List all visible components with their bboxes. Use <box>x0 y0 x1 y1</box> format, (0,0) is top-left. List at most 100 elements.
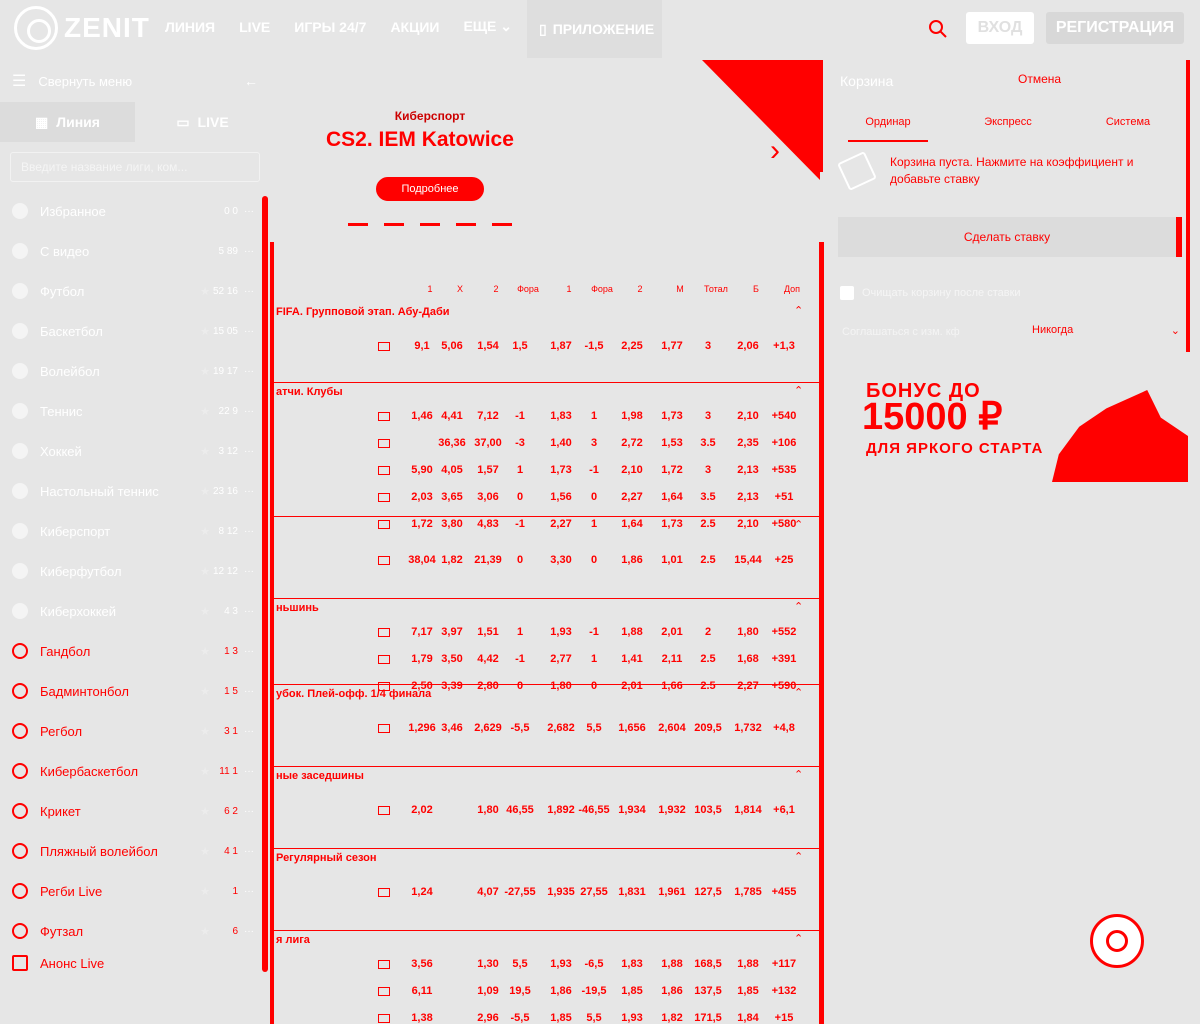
odds-cell[interactable]: +4,8 <box>764 722 804 734</box>
star-icon[interactable]: ★ <box>200 445 210 458</box>
stats-icon[interactable] <box>378 724 390 733</box>
sidebar-item-handball[interactable]: Гандбол ★ 1 3 ··· <box>0 631 262 671</box>
odds-cell[interactable]: 1,93 <box>612 1012 652 1024</box>
sidebar-item-hockey[interactable]: Хоккей ★ 3 12 ··· <box>0 431 262 471</box>
league-search-input[interactable] <box>10 152 260 182</box>
sidebar-item-basketball[interactable]: Баскетбол ★ 15 05 ··· <box>0 311 262 351</box>
odds-cell[interactable]: -1 <box>500 653 540 665</box>
odds-cell[interactable]: 3,46 <box>432 722 472 734</box>
odds-cell[interactable]: -5,5 <box>500 722 540 734</box>
odds-cell[interactable]: 2,35 <box>728 437 768 449</box>
banner-button[interactable]: Подробнее <box>376 177 484 201</box>
more-icon[interactable]: ··· <box>244 326 254 337</box>
sidebar-item-volleyball[interactable]: Волейбол ★ 19 17 ··· <box>0 351 262 391</box>
sidebar-item-badminton[interactable]: Бадминтонбол ★ 1 5 ··· <box>0 671 262 711</box>
chevron-right-icon[interactable]: › <box>770 134 780 168</box>
odds-cell[interactable]: 0 <box>500 680 540 692</box>
league-name[interactable]: FIFA. Групповой этап. Абу-Даби <box>274 306 450 324</box>
odds-cell[interactable]: 5,06 <box>432 340 472 352</box>
odds-cell[interactable]: 3 <box>688 464 728 476</box>
odds-cell[interactable]: 4,41 <box>432 410 472 422</box>
odds-cell[interactable]: 1,961 <box>652 886 692 898</box>
tab-line[interactable]: ▦ Линия <box>0 102 135 142</box>
nav-games[interactable]: Игры 24/7 <box>294 19 366 35</box>
odds-cell[interactable]: 1,82 <box>652 1012 692 1024</box>
more-icon[interactable]: ··· <box>244 766 254 777</box>
odds-cell[interactable]: 171,5 <box>688 1012 728 1024</box>
odds-cell[interactable]: 1 <box>500 626 540 638</box>
star-icon[interactable]: ★ <box>200 565 210 578</box>
tab-express[interactable]: Экспресс <box>948 102 1068 142</box>
accept-odds-select[interactable]: Никогда ⌄ <box>1032 324 1180 337</box>
odds-cell[interactable]: 2 <box>688 626 728 638</box>
promo-banner[interactable]: Киберспорт CS2. IEM Katowice Подробнее › <box>270 60 824 242</box>
odds-cell[interactable]: 137,5 <box>688 985 728 997</box>
odds-cell[interactable]: +535 <box>764 464 804 476</box>
register-button[interactable]: Регистрация <box>1046 12 1184 44</box>
star-icon[interactable]: ★ <box>200 605 210 618</box>
odds-cell[interactable]: 1,732 <box>728 722 768 734</box>
odds-cell[interactable]: 2,10 <box>728 410 768 422</box>
odds-cell[interactable]: 46,55 <box>500 804 540 816</box>
odds-cell[interactable]: 3,56 <box>402 958 442 970</box>
odds-cell[interactable]: 2,72 <box>612 437 652 449</box>
odds-cell[interactable]: -27,55 <box>500 886 540 898</box>
odds-cell[interactable]: 3.5 <box>688 491 728 503</box>
odds-cell[interactable]: +1,3 <box>764 340 804 352</box>
sidebar-item-cricket[interactable]: Крикет ★ 6 2 ··· <box>0 791 262 831</box>
star-icon[interactable]: ★ <box>200 325 210 338</box>
odds-cell[interactable]: 1,88 <box>652 958 692 970</box>
odds-cell[interactable]: 2,25 <box>612 340 652 352</box>
odds-cell[interactable]: 1,785 <box>728 886 768 898</box>
odds-cell[interactable]: 1,814 <box>728 804 768 816</box>
sidebar-item-rugby[interactable]: Регбол ★ 3 1 ··· <box>0 711 262 751</box>
odds-cell[interactable]: -1 <box>574 626 614 638</box>
login-button[interactable]: Вход <box>966 12 1034 44</box>
odds-cell[interactable]: 2,01 <box>652 626 692 638</box>
collapse-league-icon[interactable]: ⌃ <box>794 518 803 531</box>
collapse-menu-button[interactable]: ☰ Свернуть меню ← <box>0 60 270 102</box>
odds-cell[interactable]: 1 <box>500 464 540 476</box>
odds-cell[interactable]: +117 <box>764 958 804 970</box>
nav-promotions[interactable]: Акции <box>390 19 439 35</box>
odds-cell[interactable]: 1,72 <box>652 464 692 476</box>
more-icon[interactable]: ··· <box>244 886 254 897</box>
star-icon[interactable]: ★ <box>200 885 210 898</box>
place-bet-button[interactable]: Сделать ставку <box>838 217 1182 257</box>
stats-icon[interactable] <box>378 806 390 815</box>
sidebar-item-video[interactable]: С видео 5 89 ··· <box>0 231 262 271</box>
odds-cell[interactable]: 1,01 <box>652 554 692 566</box>
banner-dot[interactable] <box>348 223 368 226</box>
support-chat-button[interactable] <box>1090 914 1144 968</box>
star-icon[interactable]: ★ <box>200 685 210 698</box>
odds-cell[interactable]: 3,97 <box>432 626 472 638</box>
odds-cell[interactable]: 103,5 <box>688 804 728 816</box>
odds-cell[interactable]: 1 <box>574 653 614 665</box>
odds-cell[interactable]: -5,5 <box>500 1012 540 1024</box>
odds-cell[interactable]: 1,656 <box>612 722 652 734</box>
star-icon[interactable]: ★ <box>200 805 210 818</box>
more-icon[interactable]: ··· <box>244 846 254 857</box>
odds-cell[interactable]: 15,44 <box>728 554 768 566</box>
odds-cell[interactable]: -46,55 <box>574 804 614 816</box>
league-name[interactable]: ные заседшины <box>274 770 364 788</box>
star-icon[interactable]: ★ <box>200 525 210 538</box>
nav-more[interactable]: Еще ⌄ <box>463 18 512 35</box>
league-name[interactable]: убок. Плей-офф. 1/4 финала <box>274 688 431 706</box>
tab-system[interactable]: Система <box>1068 102 1188 142</box>
nav-line[interactable]: Линия <box>165 19 215 35</box>
star-icon[interactable]: ★ <box>200 925 210 938</box>
bet-slip-cancel-button[interactable]: Отмена <box>1018 72 1061 86</box>
stats-icon[interactable] <box>378 655 390 664</box>
sidebar-scrollbar[interactable] <box>262 196 268 972</box>
sidebar-item-favorites[interactable]: Избранное 0 0 ··· <box>0 191 262 231</box>
odds-cell[interactable]: 1,85 <box>612 985 652 997</box>
odds-cell[interactable]: 2,10 <box>612 464 652 476</box>
odds-cell[interactable]: +51 <box>764 491 804 503</box>
odds-cell[interactable]: 1,831 <box>612 886 652 898</box>
odds-cell[interactable]: 2,11 <box>652 653 692 665</box>
banner-dot[interactable] <box>456 223 476 226</box>
sidebar-item-cyberhockey[interactable]: Киберхоккей ★ 4 3 ··· <box>0 591 262 631</box>
odds-cell[interactable]: 3,39 <box>432 680 472 692</box>
odds-cell[interactable]: 209,5 <box>688 722 728 734</box>
